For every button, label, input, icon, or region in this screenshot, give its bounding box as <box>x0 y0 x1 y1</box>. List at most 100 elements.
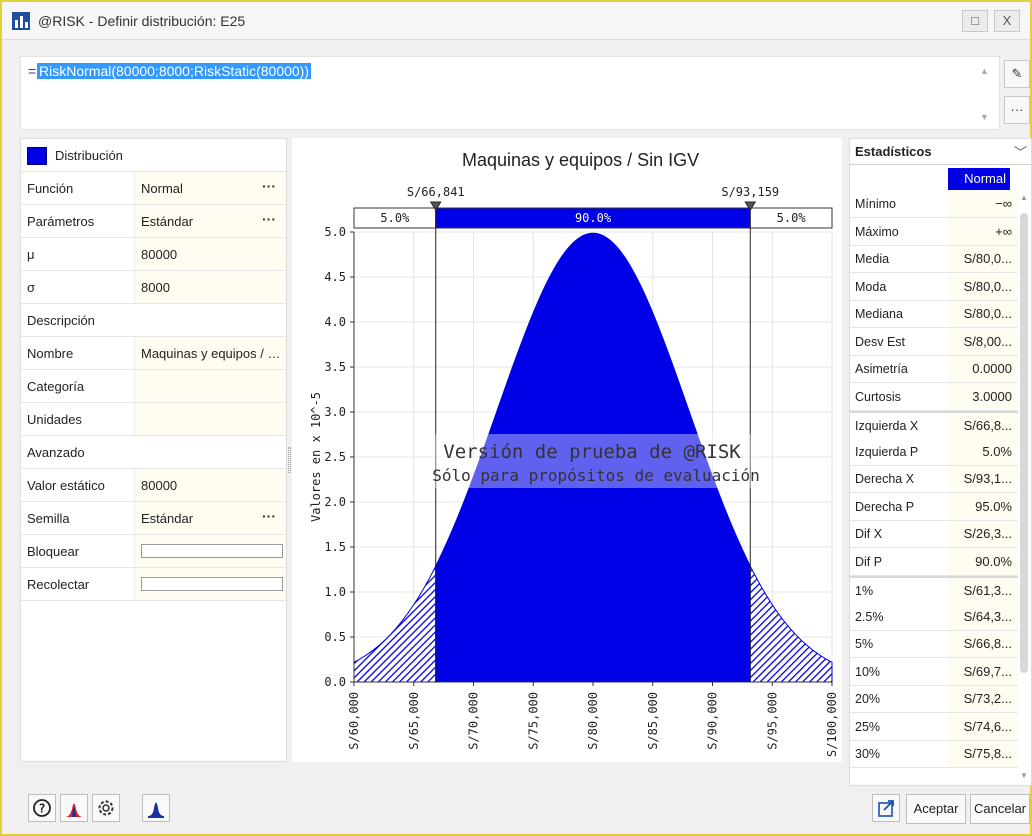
edit-formula-button[interactable]: ✎ <box>1004 60 1030 88</box>
distribution-section[interactable]: Distribución <box>21 139 286 172</box>
stat-row[interactable]: 1% S/61,3... <box>850 576 1018 604</box>
row-categoria[interactable]: Categoría <box>21 370 286 403</box>
stat-row[interactable]: Izquierda X S/66,8... <box>850 411 1018 439</box>
stat-label: 5% <box>850 631 948 657</box>
description-section[interactable]: Descripción <box>21 304 286 337</box>
stat-row[interactable]: Dif P 90.0% <box>850 548 1018 576</box>
stat-row[interactable]: Máximo +∞ <box>850 218 1018 246</box>
stat-row[interactable]: 20% S/73,2... <box>850 686 1018 713</box>
stat-row[interactable]: Media S/80,0... <box>850 246 1018 273</box>
stat-row[interactable]: Derecha P 95.0% <box>850 493 1018 521</box>
stat-label: Izquierda X <box>850 413 948 439</box>
value-nombre[interactable]: Maquinas y equipos / Sin IGV <box>134 337 286 369</box>
value-valor-estatico[interactable]: 80000 <box>134 469 286 501</box>
export-button[interactable] <box>872 794 900 822</box>
band-right-pct: 5.0% <box>777 211 807 225</box>
row-funcion[interactable]: Función Normal ··· <box>21 172 286 205</box>
y-tick-label: 2.5 <box>324 450 346 464</box>
watermark-line2: Sólo para propósitos de evaluación <box>432 466 760 485</box>
more-options-button[interactable]: ··· <box>1004 96 1030 124</box>
chart-svg: 0.0 0.5 1.0 1.5 2.0 2.5 3.0 3.5 4.0 4.5 5.0 S/60,00… <box>309 185 839 757</box>
stat-label: Derecha X <box>850 466 948 492</box>
settings-button[interactable] <box>92 794 120 822</box>
stat-row[interactable]: 25% S/74,6... <box>850 713 1018 741</box>
stat-value: S/74,6... <box>948 713 1018 740</box>
scroll-up-icon[interactable]: ▲ <box>1020 193 1028 202</box>
scroll-down-icon[interactable]: ▼ <box>1020 771 1028 780</box>
stat-value: −∞ <box>948 191 1018 217</box>
export-icon <box>878 800 894 817</box>
stat-row[interactable]: Mediana S/80,0... <box>850 301 1018 328</box>
y-tick-label: 0.0 <box>324 675 346 689</box>
y-tick-label: 0.5 <box>324 630 346 644</box>
row-recolectar[interactable]: Recolectar <box>21 568 286 601</box>
stat-row[interactable]: Curtosis 3.0000 <box>850 383 1018 411</box>
parametros-more-button[interactable]: ··· <box>262 211 276 227</box>
value-categoria[interactable] <box>134 370 286 402</box>
statistics-header[interactable]: Estadísticos ﹀ <box>850 139 1031 165</box>
value-funcion[interactable]: Normal ··· <box>134 172 286 204</box>
stat-row[interactable]: Izquierda P 5.0% <box>850 438 1018 466</box>
formula-scroll-down-icon[interactable]: ▼ <box>980 112 989 122</box>
accept-button[interactable]: Aceptar <box>906 794 966 824</box>
stat-label: 2.5% <box>850 603 948 630</box>
label-parametros: Parámetros <box>27 214 95 229</box>
description-header: Descripción <box>27 313 95 328</box>
funcion-more-button[interactable]: ··· <box>262 178 276 194</box>
help-button[interactable]: ? <box>28 794 56 822</box>
chevron-down-icon[interactable]: ﹀ <box>1014 142 1027 161</box>
scroll-thumb[interactable] <box>1020 213 1028 673</box>
row-nombre[interactable]: Nombre Maquinas y equipos / Sin IGV <box>21 337 286 370</box>
properties-panel: Distribución Función Normal ··· Parámetro… <box>20 138 287 762</box>
stat-value: +∞ <box>948 218 1018 245</box>
value-sigma[interactable]: 8000 <box>134 271 286 303</box>
right-tail-area <box>749 565 833 683</box>
row-sigma[interactable]: σ 8000 <box>21 271 286 304</box>
row-unidades[interactable]: Unidades <box>21 403 286 436</box>
distribution-type-button[interactable] <box>60 794 88 822</box>
stat-label: 10% <box>850 658 948 685</box>
stat-value: 90.0% <box>948 548 1018 575</box>
close-button[interactable]: X <box>994 10 1020 32</box>
stat-value: 95.0% <box>948 493 1018 520</box>
statistics-panel: Estadísticos ﹀ Normal Mínimo −∞ Máximo +∞ Me… <box>849 138 1032 786</box>
stat-value: S/80,0... <box>948 246 1018 272</box>
stat-row[interactable]: 10% S/69,7... <box>850 658 1018 686</box>
bloquear-checkbox[interactable] <box>141 544 283 558</box>
stat-row[interactable]: Desv Est S/8,00... <box>850 328 1018 356</box>
stat-row[interactable]: 2.5% S/64,3... <box>850 603 1018 631</box>
y-tick-label: 3.5 <box>324 360 346 374</box>
restore-button[interactable]: □ <box>962 10 988 32</box>
row-valor-estatico[interactable]: Valor estático 80000 <box>21 469 286 502</box>
formula-text[interactable]: RiskNormal(80000;8000;RiskStatic(80000)) <box>37 63 312 79</box>
semilla-more-button[interactable]: ··· <box>262 508 276 524</box>
panel-splitter[interactable] <box>288 447 291 473</box>
stats-scrollbar[interactable]: ▲ ▼ <box>1018 191 1030 785</box>
stat-row[interactable]: Derecha X S/93,1... <box>850 466 1018 493</box>
advanced-section[interactable]: Avanzado <box>21 436 286 469</box>
row-bloquear[interactable]: Bloquear <box>21 535 286 568</box>
stat-value: S/80,0... <box>948 301 1018 327</box>
cancel-button[interactable]: Cancelar <box>970 794 1030 824</box>
stat-row[interactable]: 5% S/66,8... <box>850 631 1018 658</box>
stat-row[interactable]: Moda S/80,0... <box>850 273 1018 301</box>
row-parametros[interactable]: Parámetros Estándar ··· <box>21 205 286 238</box>
value-mu[interactable]: 80000 <box>134 238 286 270</box>
stat-row[interactable]: Asimetría 0.0000 <box>850 356 1018 383</box>
formula-scroll-up-icon[interactable]: ▲ <box>980 66 989 76</box>
row-semilla[interactable]: Semilla Estándar ··· <box>21 502 286 535</box>
x-tick-label: S/100,000 <box>825 692 839 757</box>
row-mu[interactable]: μ 80000 <box>21 238 286 271</box>
value-unidades[interactable] <box>134 403 286 435</box>
value-semilla[interactable]: Estándar ··· <box>134 502 286 534</box>
value-parametros[interactable]: Estándar ··· <box>134 205 286 237</box>
formula-editor[interactable]: = RiskNormal(80000;8000;RiskStatic(80000… <box>20 56 1000 130</box>
recolectar-checkbox[interactable] <box>141 577 283 591</box>
stat-row[interactable]: 30% S/75,8... <box>850 741 1018 768</box>
stat-row[interactable]: Mínimo −∞ <box>850 191 1018 218</box>
stat-row[interactable]: Dif X S/26,3... <box>850 521 1018 548</box>
graph-button[interactable] <box>142 794 170 822</box>
window-title: @RISK - Definir distribución: E25 <box>38 13 246 29</box>
stat-value: S/73,2... <box>948 686 1018 712</box>
x-tick-label: S/60,000 <box>347 692 361 750</box>
